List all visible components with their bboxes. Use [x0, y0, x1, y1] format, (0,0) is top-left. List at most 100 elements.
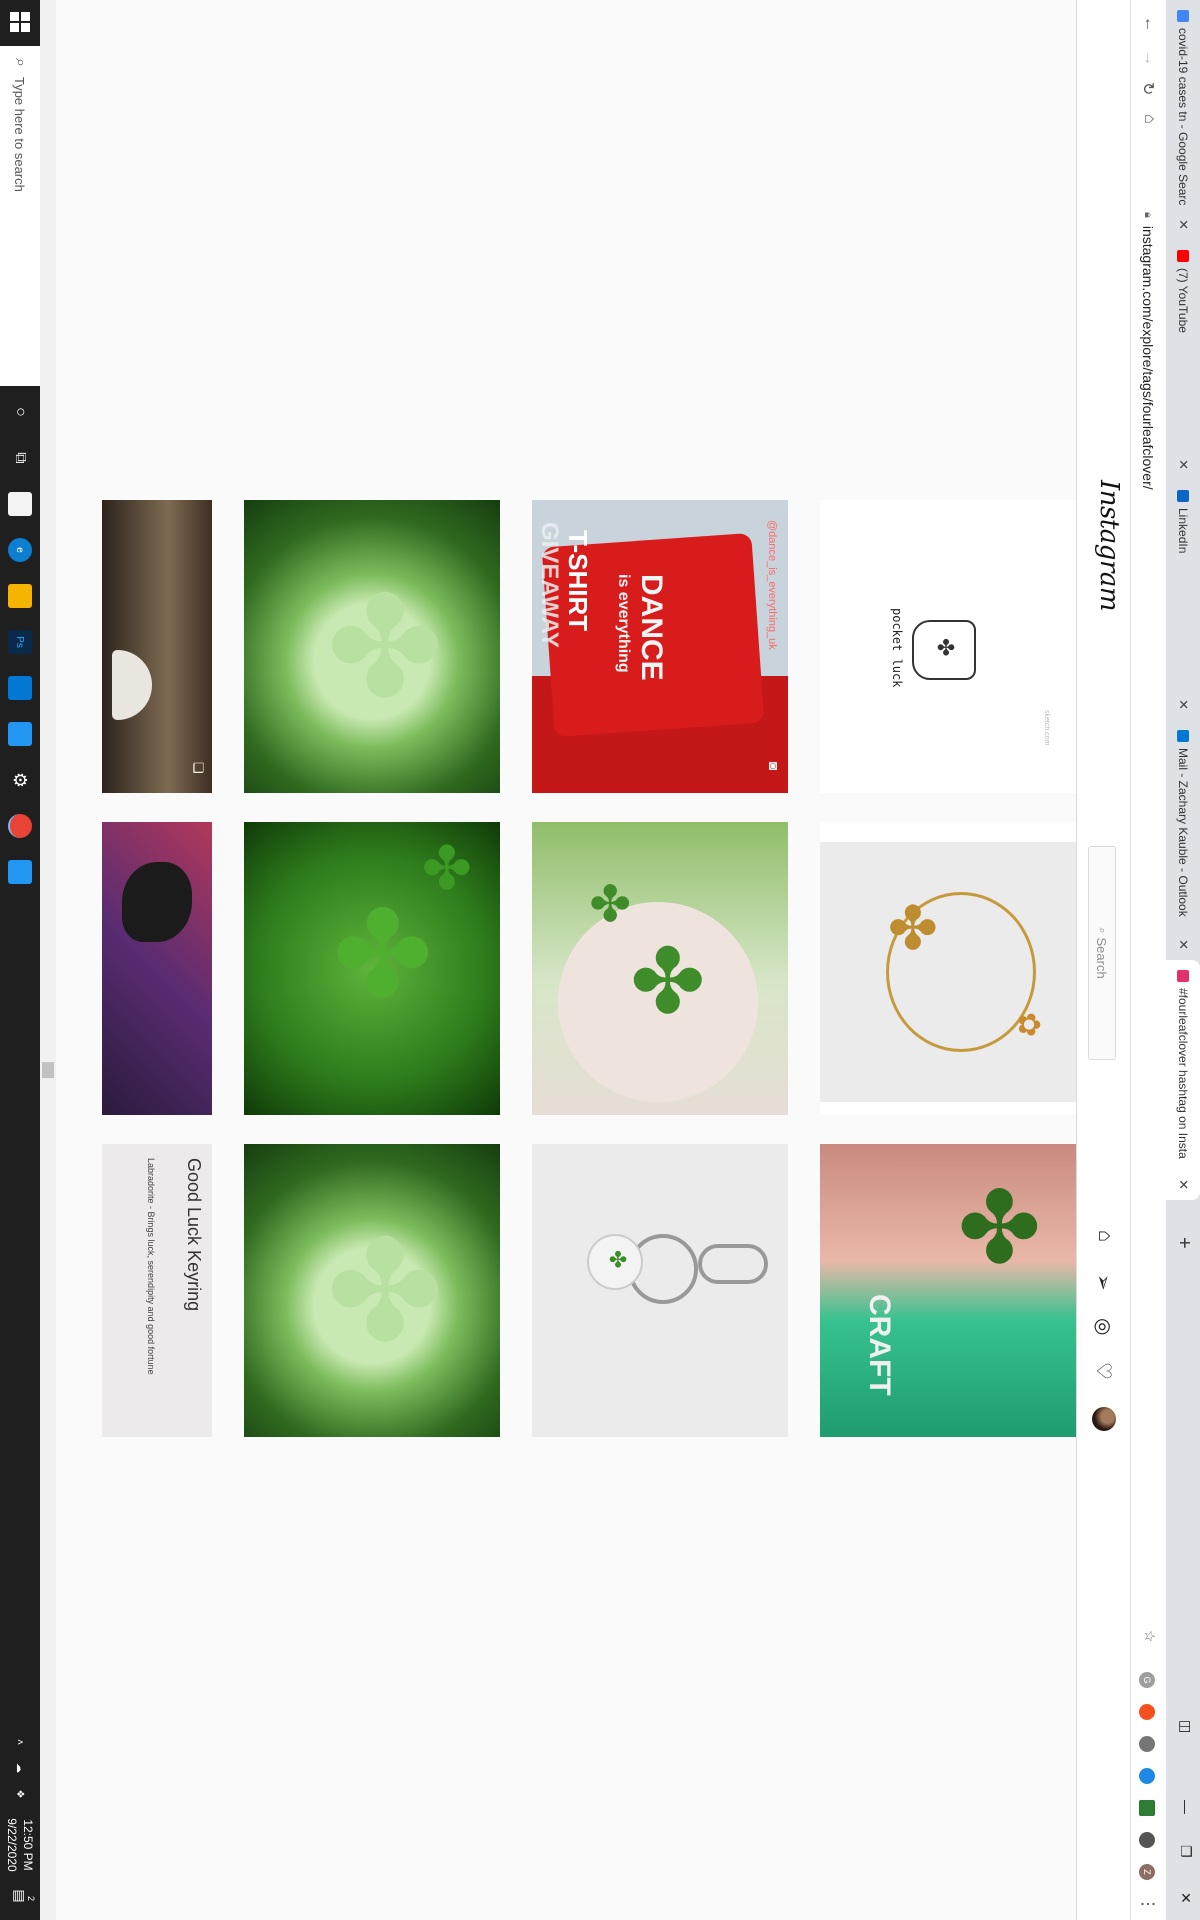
edge-icon[interactable]: e: [8, 538, 32, 562]
post-tile[interactable]: ✤ ✿: [820, 822, 1076, 1115]
search-icon: ⌕: [12, 58, 29, 67]
extension-icon[interactable]: G: [1139, 1672, 1155, 1688]
app-icon[interactable]: [8, 722, 32, 746]
tab-title: (7) YouTube: [1176, 268, 1190, 333]
tab-title: Mail - Zachary Kauble - Outlook: [1176, 748, 1190, 917]
photoshop-icon[interactable]: Ps: [8, 630, 32, 654]
bookmark-star-icon[interactable]: ☆: [1141, 1630, 1158, 1643]
close-icon[interactable]: ✕: [1175, 1179, 1191, 1190]
taskbar-clock[interactable]: 12:50 PM 9/22/2020: [4, 1810, 36, 1880]
avatar[interactable]: [1092, 1407, 1116, 1431]
tab-linkedin[interactable]: LinkedIn ✕: [1166, 480, 1200, 720]
clasp-shape: [698, 1244, 768, 1284]
restore-icon[interactable]: ❐: [1177, 1845, 1194, 1858]
search-icon: ⌕: [1096, 927, 1109, 934]
activity-heart-icon[interactable]: ♡: [1091, 1362, 1116, 1380]
extension-icon[interactable]: [1139, 1768, 1155, 1784]
search-input[interactable]: ⌕ Search: [1088, 846, 1116, 1060]
clover-icon: ✤: [615, 942, 715, 1018]
onedrive-icon[interactable]: ☁: [8, 1756, 32, 1780]
tab-title: #fourleafclover hashtag on Insta: [1176, 988, 1190, 1159]
taskbar-search-input[interactable]: ⌕ Type here to search: [0, 46, 40, 386]
instagram-page: Instagram ⌕ Search ⌂ ➢ ◎ ♡ ✤ pocket luck…: [40, 0, 1130, 1920]
puzzle-icon[interactable]: [1139, 1832, 1155, 1848]
comic-figure: [122, 862, 192, 942]
minimize-icon[interactable]: —: [1178, 1800, 1194, 1814]
post-tile[interactable]: ✤ ✤: [532, 822, 788, 1115]
task-view-icon[interactable]: ⧉: [8, 446, 32, 470]
close-window-icon[interactable]: ✕: [1177, 1892, 1194, 1904]
close-icon[interactable]: ✕: [1175, 699, 1191, 710]
horizontal-scrollbar[interactable]: [40, 0, 56, 1920]
cortana-icon[interactable]: ○: [8, 400, 32, 424]
post-tile[interactable]: [102, 822, 212, 1115]
post-tile[interactable]: ✤ CRAFT: [820, 1144, 1076, 1437]
clover-icon: ✤: [605, 1250, 630, 1269]
reload-icon[interactable]: ↻: [1138, 82, 1158, 95]
notification-badge: 2: [26, 1896, 36, 1902]
tile-text: GIVEAWAY: [536, 522, 563, 648]
app-icon[interactable]: [8, 860, 32, 884]
windows-start-icon[interactable]: [10, 12, 30, 32]
home-icon[interactable]: ⌂: [1140, 114, 1158, 124]
extension-icon[interactable]: [1139, 1800, 1155, 1816]
home-icon[interactable]: ⌂: [1093, 1230, 1116, 1242]
flower-charm-icon: ✿: [1012, 1012, 1045, 1038]
tab-google-search[interactable]: covid-19 cases tn - Google Searc ✕: [1166, 0, 1200, 240]
instagram-logo[interactable]: Instagram: [1094, 480, 1124, 611]
tile-text: DANCE: [635, 574, 668, 681]
mushroom-shape: [112, 650, 152, 720]
new-tab-button[interactable]: +: [1172, 1237, 1195, 1249]
settings-gear-icon[interactable]: ⚙: [8, 768, 32, 792]
close-icon[interactable]: ✕: [1175, 939, 1191, 950]
tab-youtube[interactable]: (7) YouTube ✕: [1166, 240, 1200, 480]
card-subtitle: Labradorite - Brings luck, serendipity a…: [146, 1158, 156, 1375]
scroll-thumb[interactable]: [42, 1062, 54, 1078]
multi-image-icon: ❏: [191, 762, 206, 774]
outlook-icon: [1177, 730, 1189, 742]
file-explorer-icon[interactable]: [8, 584, 32, 608]
extension-icon[interactable]: [1139, 1736, 1155, 1752]
extension-icon[interactable]: [1139, 1704, 1155, 1720]
close-icon[interactable]: ✕: [1175, 219, 1191, 230]
post-tile[interactable]: ✤: [532, 1144, 788, 1437]
window-layout-icon[interactable]: ◫: [1177, 1720, 1194, 1733]
tab-title: LinkedIn: [1176, 508, 1190, 554]
tab-outlook[interactable]: Mail - Zachary Kauble - Outlook ✕: [1166, 720, 1200, 960]
post-tile[interactable]: ❏: [102, 500, 212, 793]
menu-dots-icon[interactable]: ⋮: [1138, 1896, 1158, 1912]
desktop: covid-19 cases tn - Google Searc ✕ (7) Y…: [0, 0, 1200, 1920]
tile-text: is everything: [615, 574, 632, 673]
dropbox-icon[interactable]: ❖: [8, 1782, 32, 1806]
post-tile[interactable]: ✤: [244, 500, 500, 793]
google-icon: [1177, 10, 1189, 22]
clock-date: 9/22/2020: [5, 1818, 19, 1872]
instagram-icon: [1177, 970, 1189, 982]
clover-icon: ✤: [933, 638, 958, 657]
chevron-up-icon[interactable]: ˄: [8, 1730, 32, 1754]
forward-arrow-icon[interactable]: →: [1140, 50, 1158, 66]
post-tile[interactable]: ✤ ✤: [244, 822, 500, 1115]
card-title: Good Luck Keyring: [184, 1158, 204, 1312]
explore-compass-icon[interactable]: ◎: [1091, 1318, 1116, 1335]
clover-icon: ✤: [313, 902, 447, 1003]
store-icon[interactable]: [8, 492, 32, 516]
lock-icon: 🔒︎: [1142, 212, 1155, 218]
chrome-icon[interactable]: [8, 814, 32, 838]
post-tile[interactable]: ✤: [244, 1144, 500, 1437]
instagram-header: Instagram ⌕ Search ⌂ ➢ ◎ ♡: [1076, 0, 1130, 1920]
post-tile[interactable]: Good Luck Keyring Labradorite - Brings l…: [102, 1144, 212, 1437]
mail-icon[interactable]: [8, 676, 32, 700]
hashtag-post-grid: ✤ pocket luck sketch.com DANCE is everyt…: [40, 0, 1076, 1920]
tab-instagram[interactable]: #fourleafclover hashtag on Insta ✕: [1166, 960, 1200, 1200]
post-tile[interactable]: ✤ pocket luck sketch.com: [820, 500, 1076, 793]
browser-toolbar: ← → ↻ ⌂ 🔒︎ instagram.com/explore/tags/fo…: [1130, 0, 1166, 1920]
back-arrow-icon[interactable]: ←: [1140, 16, 1158, 32]
profile-avatar[interactable]: Z: [1139, 1864, 1155, 1880]
close-icon[interactable]: ✕: [1175, 459, 1191, 470]
direct-messages-icon[interactable]: ➢: [1091, 1274, 1116, 1291]
clover-icon: ✤: [581, 882, 637, 924]
url-text: instagram.com/explore/tags/fourleafclove…: [1140, 225, 1156, 490]
post-tile[interactable]: DANCE is everything T-SHIRT GIVEAWAY @da…: [532, 500, 788, 793]
address-bar[interactable]: 🔒︎ instagram.com/explore/tags/fourleafcl…: [1135, 200, 1161, 1450]
